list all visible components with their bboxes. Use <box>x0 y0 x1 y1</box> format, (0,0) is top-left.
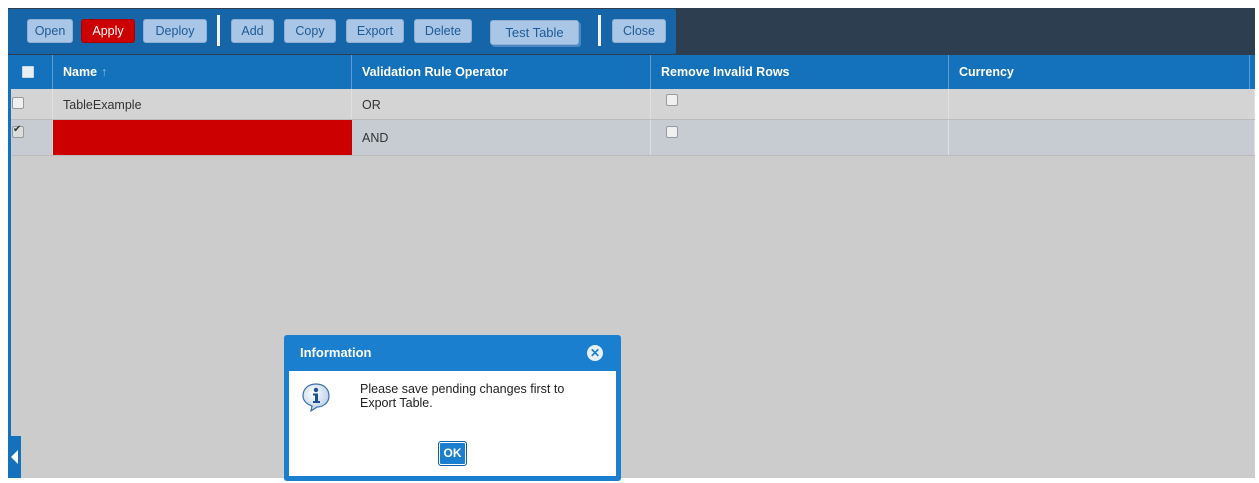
ok-button[interactable]: OK <box>438 441 467 466</box>
info-icon <box>302 383 330 412</box>
test-table-button[interactable]: Test Table <box>490 20 579 45</box>
column-header-remove-invalid-rows[interactable]: Remove Invalid Rows <box>651 55 949 89</box>
row-divider <box>8 155 1255 156</box>
operator-cell[interactable]: AND <box>352 120 651 155</box>
information-dialog: Information ✕ Please save pending change… <box>284 335 621 481</box>
select-all-checkbox[interactable] <box>22 66 34 78</box>
export-button[interactable]: Export <box>346 19 404 43</box>
row-select-cell <box>8 89 53 120</box>
name-cell-invalid[interactable] <box>53 120 352 155</box>
operator-value: AND <box>362 130 389 145</box>
open-button[interactable]: Open <box>27 19 73 43</box>
remove-invalid-rows-checkbox[interactable] <box>666 94 678 106</box>
close-button[interactable]: Close <box>612 19 666 43</box>
close-icon[interactable]: ✕ <box>587 345 603 361</box>
delete-button[interactable]: Delete <box>414 19 472 43</box>
dialog-message: Please save pending changes first to Exp… <box>360 382 565 410</box>
apply-button[interactable]: Apply <box>81 19 135 43</box>
copy-button[interactable]: Copy <box>284 19 336 43</box>
dialog-body: Please save pending changes first to Exp… <box>289 371 616 476</box>
operator-value: OR <box>362 97 381 112</box>
left-edge-bar <box>8 89 11 478</box>
collapse-panel-tab[interactable] <box>8 436 21 478</box>
row-select-cell <box>8 120 53 155</box>
column-header-label: Name <box>63 65 98 79</box>
dialog-title: Information <box>300 345 372 360</box>
grid-header: Name ↑ Validation Rule Operator Remove In… <box>8 55 1255 89</box>
name-cell[interactable]: TableExample <box>53 89 352 120</box>
sort-ascending-icon: ↑ <box>101 65 108 79</box>
chevron-left-icon <box>11 450 18 464</box>
table-row[interactable]: AND <box>8 120 1255 155</box>
row-select-checkbox[interactable] <box>12 97 24 109</box>
app-frame: Open Apply Deploy Add Copy Export Delete… <box>8 8 1255 478</box>
remove-invalid-rows-cell <box>651 120 949 155</box>
toolbar-separator <box>217 15 220 46</box>
name-value: TableExample <box>63 97 142 112</box>
toolbar-separator <box>598 15 601 46</box>
remove-invalid-rows-cell <box>651 89 949 120</box>
column-header-name[interactable]: Name ↑ <box>53 55 352 89</box>
column-header-label: Validation Rule Operator <box>362 65 508 79</box>
operator-cell[interactable]: OR <box>352 89 651 120</box>
table-row[interactable]: TableExample OR <box>8 89 1255 120</box>
add-button[interactable]: Add <box>231 19 274 43</box>
column-header-label: Remove Invalid Rows <box>661 65 790 79</box>
remove-invalid-rows-checkbox[interactable] <box>666 126 678 138</box>
column-header-validation-rule-operator[interactable]: Validation Rule Operator <box>352 55 651 89</box>
row-select-checkbox[interactable] <box>12 124 24 138</box>
column-header-currency[interactable]: Currency <box>949 55 1250 89</box>
deploy-button[interactable]: Deploy <box>143 19 207 43</box>
currency-cell[interactable] <box>949 89 1255 120</box>
column-header-label: Currency <box>959 65 1014 79</box>
toolbar: Open Apply Deploy Add Copy Export Delete… <box>8 8 1255 55</box>
currency-cell[interactable] <box>949 120 1255 155</box>
select-all-cell <box>8 55 53 89</box>
